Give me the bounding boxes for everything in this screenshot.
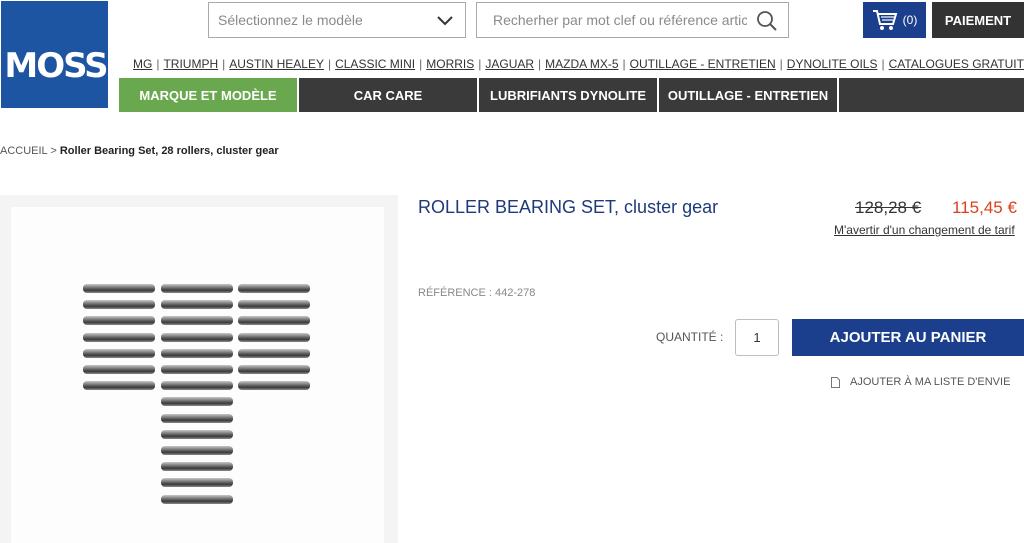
model-select-placeholder: Sélectionnez le modèle xyxy=(218,12,363,28)
roller-pin xyxy=(238,381,310,391)
roller-pin xyxy=(83,348,155,358)
separator: | xyxy=(327,57,332,71)
document-icon xyxy=(831,376,840,388)
checkout-button[interactable]: PAIEMENT xyxy=(932,2,1024,38)
roller-pin xyxy=(161,429,233,439)
model-select[interactable]: Sélectionnez le modèle xyxy=(208,2,466,38)
roller-pin xyxy=(83,300,155,310)
roller-pin xyxy=(238,300,310,310)
breadcrumb-current: Roller Bearing Set, 28 rollers, cluster … xyxy=(59,145,279,157)
current-price: 115,45 € xyxy=(952,198,1017,217)
main-nav: MARQUE ET MODÈLE CAR CARE LUBRIFIANTS DY… xyxy=(119,78,1024,112)
roller-pin xyxy=(83,381,155,391)
brand-links: MG | TRIUMPH | AUSTIN HEALEY | CLASSIC MINI… xyxy=(133,56,1024,72)
cart-button[interactable]: (0) xyxy=(863,2,926,38)
nav-item-outillage[interactable]: OUTILLAGE - ENTRETIEN xyxy=(659,78,839,112)
nav-item-empty xyxy=(839,78,1024,112)
breadcrumb-separator: > xyxy=(50,145,57,157)
roller-pin xyxy=(161,284,233,293)
moss-logo[interactable]: MOSS xyxy=(0,0,109,109)
roller-pin xyxy=(83,332,155,342)
separator: | xyxy=(538,57,542,71)
top-link-mg[interactable]: MG xyxy=(133,57,152,71)
separator: | xyxy=(156,57,160,71)
wishlist-link[interactable]: AJOUTER À MA LISTE D'ENVIE xyxy=(831,376,1010,388)
roller-pin xyxy=(161,494,233,504)
search-box xyxy=(476,2,789,38)
separator: | xyxy=(478,57,482,71)
logo-text: MOSS xyxy=(4,46,108,86)
top-link-outillage[interactable]: OUTILLAGE - ENTRETIEN xyxy=(630,57,776,71)
quantity-input[interactable] xyxy=(735,319,779,356)
top-link-austin-healey[interactable]: AUSTIN HEALEY xyxy=(229,57,324,71)
roller-pin xyxy=(238,284,310,293)
roller-pin xyxy=(161,446,233,455)
top-link-morris[interactable]: MORRIS xyxy=(426,57,474,71)
roller-pin xyxy=(161,397,233,407)
search-icon[interactable] xyxy=(756,10,778,32)
roller-pin xyxy=(238,332,310,342)
product-reference: RÉFÉRENCE : 442-278 xyxy=(418,287,536,299)
top-link-mazda-mx5[interactable]: MAZDA MX-5 xyxy=(545,57,618,71)
breadcrumb: ACCUEIL > Roller Bearing Set, 28 rollers… xyxy=(0,145,279,157)
top-link-classic-mini[interactable]: CLASSIC MINI xyxy=(335,57,415,71)
roller-pin xyxy=(161,413,233,423)
roller-pin xyxy=(161,462,233,472)
roller-pin xyxy=(161,316,233,326)
add-to-cart-button[interactable]: AJOUTER AU PANIER xyxy=(792,319,1024,356)
top-link-triumph[interactable]: TRIUMPH xyxy=(163,57,218,71)
breadcrumb-home[interactable]: ACCUEIL xyxy=(0,145,47,157)
roller-pin xyxy=(161,478,233,488)
top-link-jaguar[interactable]: JAGUAR xyxy=(485,57,534,71)
product-image-panel xyxy=(0,195,398,543)
cart-count: (0) xyxy=(902,13,918,27)
roller-pin xyxy=(161,365,233,374)
nav-item-car-care[interactable]: CAR CARE xyxy=(299,78,479,112)
wishlist-label: AJOUTER À MA LISTE D'ENVIE xyxy=(850,376,1011,388)
roller-pin xyxy=(83,365,155,374)
logo-background: MOSS xyxy=(1,1,109,108)
roller-pin xyxy=(161,381,233,391)
nav-item-marque-modele[interactable]: MARQUE ET MODÈLE xyxy=(119,78,299,112)
separator: | xyxy=(881,57,885,71)
nav-item-lubrifiants[interactable]: LUBRIFIANTS DYNOLITE xyxy=(479,78,659,112)
old-price: 128,28 € xyxy=(855,198,922,217)
roller-pin xyxy=(238,348,310,358)
roller-pin xyxy=(83,284,155,293)
roller-pin xyxy=(161,332,233,342)
chevron-down-icon xyxy=(437,16,453,26)
product-image[interactable] xyxy=(11,207,384,543)
roller-pin xyxy=(238,316,310,326)
shopping-cart-icon xyxy=(872,10,898,30)
separator: | xyxy=(622,57,626,71)
top-link-dynolite-oils[interactable]: DYNOLITE OILS xyxy=(787,57,878,71)
roller-pin xyxy=(83,316,155,326)
price-alert-link[interactable]: M'avertir d'un changement de tarif xyxy=(834,223,1015,237)
quantity-label: QUANTITÉ : xyxy=(656,330,724,344)
search-input[interactable] xyxy=(477,3,747,37)
separator: | xyxy=(419,57,423,71)
roller-pin xyxy=(238,365,310,374)
separator: | xyxy=(222,57,226,71)
roller-pin xyxy=(161,348,233,358)
roller-pin xyxy=(161,300,233,310)
top-link-catalogues[interactable]: CATALOGUES GRATUITS xyxy=(889,57,1024,71)
product-title: ROLLER BEARING SET, cluster gear xyxy=(418,197,719,217)
separator: | xyxy=(779,57,783,71)
